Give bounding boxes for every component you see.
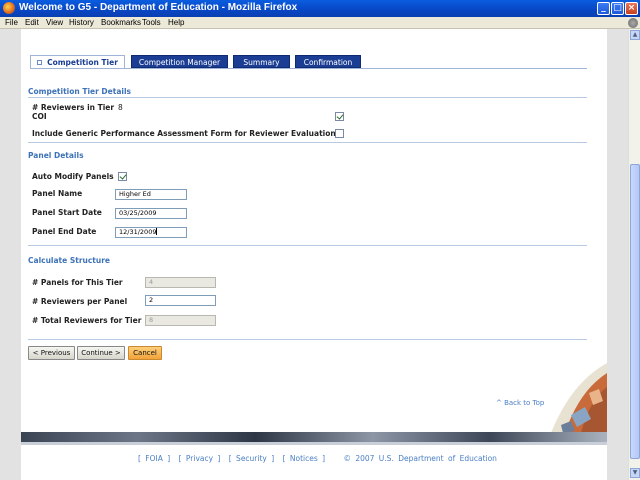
- section-divider: [28, 97, 587, 98]
- page-content: Competition Tier Competition Manager Sum…: [21, 29, 607, 480]
- footer-links: [ FOIA ] [ Privacy ] [ Security ] [ Noti…: [138, 454, 501, 463]
- tab-competition-manager[interactable]: Competition Manager: [131, 55, 228, 68]
- window-title: Welcome to G5 - Department of Education …: [19, 2, 298, 13]
- menu-help[interactable]: Help: [168, 18, 184, 27]
- continue-button[interactable]: Continue >: [77, 346, 125, 360]
- scrollbar-thumb[interactable]: [630, 164, 640, 459]
- generic-form-checkbox[interactable]: [335, 129, 344, 138]
- menu-bar: File Edit View History Bookmarks Tools H…: [0, 17, 640, 29]
- menu-bookmarks[interactable]: Bookmarks: [101, 18, 141, 27]
- section-divider: [28, 339, 587, 340]
- window-titlebar: Welcome to G5 - Department of Education …: [0, 0, 640, 17]
- back-to-top-link[interactable]: ^ Back to Top: [496, 399, 544, 407]
- cancel-button[interactable]: Cancel: [128, 346, 162, 360]
- footer-foia-link[interactable]: [ FOIA ]: [138, 454, 170, 463]
- section-divider: [28, 142, 587, 143]
- throbber-icon: [628, 18, 638, 28]
- scroll-up-icon[interactable]: ▲: [630, 30, 640, 40]
- menu-tools[interactable]: Tools: [142, 18, 161, 27]
- menu-edit[interactable]: Edit: [25, 18, 39, 27]
- panel-name-input[interactable]: Higher Ed: [115, 189, 187, 200]
- left-page-frame: [0, 29, 21, 480]
- reviewers-per-panel-input[interactable]: 2: [145, 295, 216, 306]
- menu-view[interactable]: View: [46, 18, 63, 27]
- footer-copyright: © 2007 U.S. Department of Education: [343, 454, 497, 463]
- tab-divider: [30, 68, 587, 69]
- panel-start-date-input[interactable]: 03/25/2009: [115, 208, 187, 219]
- panel-end-date-input[interactable]: 12/31/2009: [115, 227, 187, 238]
- footer-privacy-link[interactable]: [ Privacy ]: [179, 454, 221, 463]
- menu-file[interactable]: File: [5, 18, 18, 27]
- previous-button[interactable]: < Previous: [28, 346, 75, 360]
- generic-form-label: Include Generic Performance Assessment F…: [32, 129, 336, 138]
- total-reviewers-input: 8: [145, 315, 216, 326]
- panel-name-label: Panel Name: [32, 189, 83, 198]
- section-calculate-structure-heading: Calculate Structure: [28, 256, 111, 265]
- footer-banner: [21, 432, 607, 442]
- tab-confirmation[interactable]: Confirmation: [295, 55, 361, 68]
- auto-modify-panels-label: Auto Modify Panels: [32, 172, 114, 181]
- panel-start-date-label: Panel Start Date: [32, 208, 102, 217]
- decorative-map-graphic: [551, 363, 607, 433]
- auto-modify-panels-checkbox[interactable]: [118, 172, 127, 181]
- reviewers-per-panel-label: # Reviewers per Panel: [32, 297, 128, 306]
- right-page-frame: [607, 29, 628, 480]
- close-button[interactable]: ×: [625, 2, 638, 15]
- tab-square-icon: [37, 60, 43, 65]
- section-tier-details-heading: Competition Tier Details: [28, 87, 131, 96]
- reviewers-in-tier-value: 8: [118, 103, 123, 112]
- scroll-down-icon[interactable]: ▼: [630, 468, 640, 478]
- menu-history[interactable]: History: [69, 18, 94, 27]
- firefox-icon: [3, 2, 15, 14]
- maximize-button[interactable]: □: [611, 2, 624, 15]
- panels-for-tier-label: # Panels for This Tier: [32, 278, 123, 287]
- vertical-scrollbar[interactable]: ▲ ▼: [628, 29, 640, 480]
- tab-summary[interactable]: Summary: [233, 55, 290, 68]
- tab-competition-tier[interactable]: Competition Tier: [30, 55, 125, 68]
- footer-notices-link[interactable]: [ Notices ]: [283, 454, 326, 463]
- coi-checkbox[interactable]: [335, 112, 344, 121]
- section-divider: [28, 245, 587, 246]
- panel-end-date-label: Panel End Date: [32, 227, 97, 236]
- browser-viewport: Competition Tier Competition Manager Sum…: [0, 29, 628, 480]
- minimize-button[interactable]: _: [597, 2, 610, 15]
- reviewers-in-tier-label: # Reviewers in Tier: [32, 103, 115, 112]
- footer-security-link[interactable]: [ Security ]: [229, 454, 274, 463]
- coi-label: COI: [32, 112, 47, 121]
- total-reviewers-label: # Total Reviewers for Tier: [32, 316, 142, 325]
- footer-banner-strip: [21, 442, 607, 445]
- section-panel-details-heading: Panel Details: [28, 151, 84, 160]
- panels-for-tier-input: 4: [145, 277, 216, 288]
